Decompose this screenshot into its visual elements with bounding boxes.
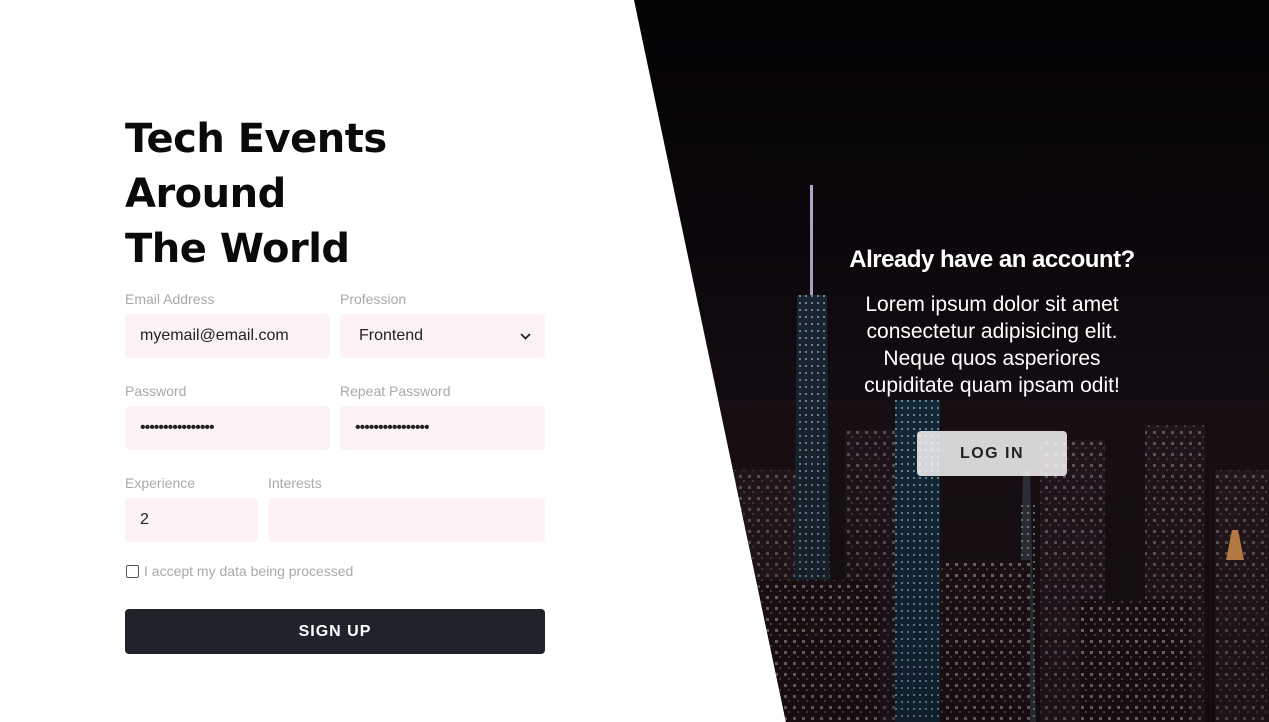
repeat-password-label: Repeat Password [340, 383, 451, 399]
email-field-group: Email Address [125, 290, 330, 358]
email-field[interactable] [125, 314, 330, 358]
password-field-group: Password [125, 382, 330, 450]
signup-button[interactable]: SIGN UP [125, 609, 545, 654]
password-field[interactable] [125, 406, 330, 450]
experience-label: Experience [125, 475, 196, 491]
title-line-2: The World [125, 226, 350, 272]
chevron-down-icon [520, 329, 531, 343]
interests-field[interactable] [268, 498, 545, 542]
login-description: Lorem ipsum dolor sit amet consectetur a… [864, 293, 1120, 397]
experience-field[interactable] [125, 498, 258, 542]
login-cta: Already have an account? Lorem ipsum dol… [842, 246, 1142, 476]
repeat-password-field[interactable] [340, 406, 545, 450]
repeat-password-field-group: Repeat Password [340, 382, 545, 450]
password-label: Password [125, 383, 187, 399]
profession-field-group: Profession Frontend [340, 290, 545, 358]
email-label: Email Address [125, 291, 215, 307]
login-heading: Already have an account? [849, 246, 1135, 273]
checkbox-icon[interactable] [126, 564, 139, 578]
profession-select[interactable]: Frontend [340, 314, 545, 358]
consent-label: I accept my data being processed [144, 563, 354, 579]
title-line-1: Tech Events Around [125, 116, 387, 217]
consent-row: I accept my data being processed [125, 563, 545, 579]
experience-field-group: Experience [125, 474, 258, 542]
profession-selected-value: Frontend [359, 327, 424, 344]
signup-form: Tech Events Around The World Email Addre… [125, 112, 545, 654]
interests-label: Interests [268, 475, 322, 491]
page-title: Tech Events Around The World [125, 112, 545, 277]
interests-field-group: Interests [268, 474, 545, 542]
profession-label: Profession [340, 291, 407, 307]
login-button[interactable]: LOG IN [917, 431, 1067, 476]
